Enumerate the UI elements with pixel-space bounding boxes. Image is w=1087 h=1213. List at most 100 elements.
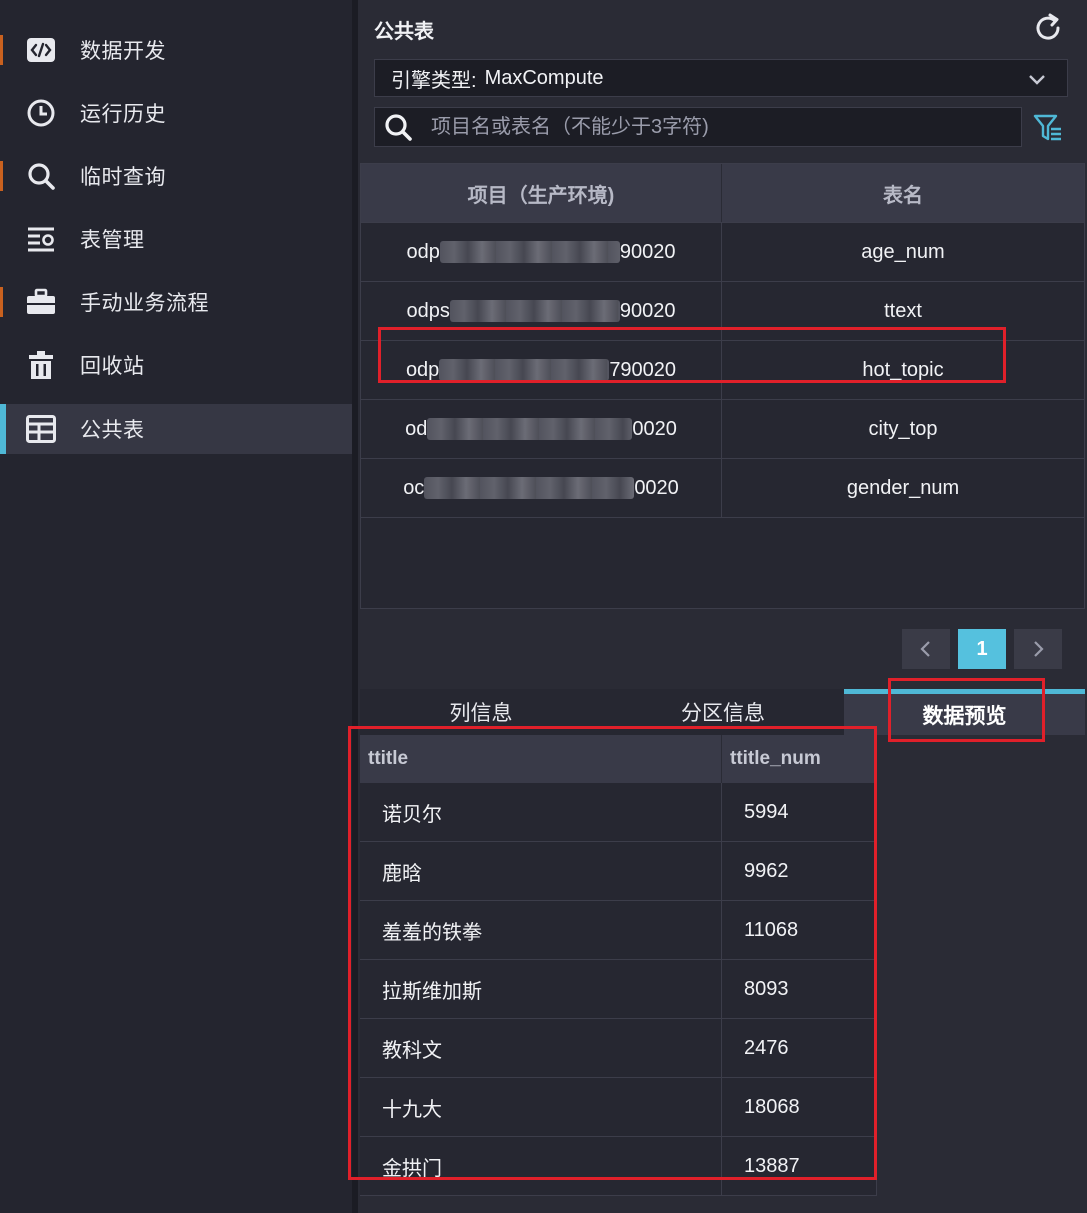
count-cell: 18068 bbox=[721, 1077, 877, 1137]
count-cell: 13887 bbox=[721, 1136, 877, 1196]
sidebar: 数据开发 运行历史 临时查询 表管理 手动业务流程 回收站 公共表 bbox=[0, 0, 352, 1213]
title-cell: 拉斯维加斯 bbox=[360, 959, 722, 1019]
grid-table-icon bbox=[24, 412, 58, 446]
project-cell: od 0020 bbox=[361, 399, 722, 459]
table-row[interactable]: 羞羞的铁拳 11068 bbox=[360, 900, 1085, 960]
tab-partition-info[interactable]: 分区信息 bbox=[602, 689, 844, 735]
sidebar-item-label: 回收站 bbox=[80, 355, 145, 378]
clock-icon bbox=[24, 96, 58, 130]
sidebar-item-recycle-bin[interactable]: 回收站 bbox=[0, 340, 352, 390]
table-name-cell: ttext bbox=[721, 281, 1084, 341]
table-name-cell: city_top bbox=[721, 399, 1084, 459]
row-filler bbox=[876, 1018, 1085, 1078]
nav-marker bbox=[0, 404, 6, 454]
title-cell: 羞羞的铁拳 bbox=[360, 900, 722, 960]
table-row[interactable]: odp 90020 age_num bbox=[361, 222, 1084, 282]
tables-list-table: 项目（生产环境) 表名 odp 90020 age_num odps 90020 t… bbox=[361, 164, 1084, 518]
count-cell: 5994 bbox=[721, 783, 877, 842]
data-preview: ttitle ttitle_num 诺贝尔 5994 鹿晗 9962 羞羞的铁拳 11… bbox=[360, 735, 1085, 1213]
tab-column-info[interactable]: 列信息 bbox=[360, 689, 602, 735]
table-name-cell: gender_num bbox=[721, 458, 1084, 518]
count-cell: 8093 bbox=[721, 959, 877, 1019]
filter-icon[interactable] bbox=[1032, 112, 1066, 146]
redacted-blur bbox=[427, 418, 633, 441]
title-cell: 教科文 bbox=[360, 1018, 722, 1078]
engine-type-label: 引擎类型: bbox=[391, 69, 477, 92]
project-cell: oc 0020 bbox=[361, 458, 722, 518]
chevron-down-icon bbox=[1027, 69, 1047, 94]
table-row[interactable]: 鹿晗 9962 bbox=[360, 841, 1085, 901]
redacted-blur bbox=[449, 300, 620, 323]
sidebar-item-adhoc-query[interactable]: 临时查询 bbox=[0, 151, 352, 201]
title-cell: 金拱门 bbox=[360, 1136, 722, 1196]
sidebar-item-label: 数据开发 bbox=[80, 40, 166, 63]
table-row[interactable]: 十九大 18068 bbox=[360, 1077, 1085, 1137]
pagination-prev-button[interactable] bbox=[902, 629, 950, 669]
project-suffix: 0020 bbox=[632, 417, 677, 440]
sidebar-item-public-tables[interactable]: 公共表 bbox=[0, 404, 352, 454]
table-row[interactable]: odp 790020 hot_topic bbox=[361, 340, 1084, 400]
table-name-cell: hot_topic bbox=[721, 340, 1084, 400]
column-header-table-name[interactable]: 表名 bbox=[721, 164, 1084, 223]
count-cell: 2476 bbox=[721, 1018, 877, 1078]
briefcase-icon bbox=[24, 285, 58, 319]
table-row[interactable]: odps 90020 ttext bbox=[361, 281, 1084, 341]
table-name-cell: age_num bbox=[721, 222, 1084, 282]
row-filler bbox=[876, 783, 1085, 842]
project-prefix: odp bbox=[405, 358, 440, 381]
sidebar-item-label: 公共表 bbox=[80, 419, 145, 442]
project-suffix: 90020 bbox=[619, 299, 676, 322]
sidebar-item-label: 临时查询 bbox=[80, 166, 166, 189]
code-icon bbox=[24, 33, 58, 67]
sidebar-item-label: 表管理 bbox=[80, 229, 145, 252]
title-cell: 诺贝尔 bbox=[360, 783, 722, 842]
project-suffix: 0020 bbox=[634, 476, 679, 499]
redacted-blur bbox=[439, 241, 620, 264]
data-preview-table: ttitle ttitle_num 诺贝尔 5994 鹿晗 9962 羞羞的铁拳 11… bbox=[360, 735, 1085, 1196]
project-prefix: odp bbox=[406, 240, 440, 263]
count-cell: 11068 bbox=[721, 900, 877, 960]
header-filler bbox=[876, 735, 1085, 783]
table-row[interactable]: 金拱门 13887 bbox=[360, 1136, 1085, 1196]
refresh-icon[interactable] bbox=[1032, 12, 1064, 44]
project-prefix: od bbox=[405, 417, 428, 440]
column-header-ttitle[interactable]: ttitle bbox=[360, 735, 722, 783]
trash-icon bbox=[24, 348, 58, 382]
title-cell: 鹿晗 bbox=[360, 841, 722, 901]
title-cell: 十九大 bbox=[360, 1077, 722, 1137]
pagination-next-button[interactable] bbox=[1014, 629, 1062, 669]
table-row[interactable]: 拉斯维加斯 8093 bbox=[360, 959, 1085, 1019]
pagination-page-1[interactable]: 1 bbox=[958, 629, 1006, 669]
table-row[interactable]: od 0020 city_top bbox=[361, 399, 1084, 459]
redacted-blur bbox=[424, 477, 635, 500]
row-filler bbox=[876, 1136, 1085, 1196]
engine-type-select[interactable]: 引擎类型: MaxCompute bbox=[374, 59, 1068, 97]
sidebar-item-table-manage[interactable]: 表管理 bbox=[0, 214, 352, 264]
public-tables-panel: 公共表 引擎类型: MaxCompute 项目（生产环境) 表名 bbox=[358, 0, 1087, 1213]
sidebar-item-data-dev[interactable]: 数据开发 bbox=[0, 25, 352, 75]
search-icon bbox=[24, 159, 58, 193]
redacted-blur bbox=[439, 359, 610, 382]
project-suffix: 790020 bbox=[609, 358, 677, 381]
tables-list: 项目（生产环境) 表名 odp 90020 age_num odps 90020 t… bbox=[360, 163, 1085, 609]
tab-data-preview[interactable]: 数据预览 bbox=[844, 689, 1085, 735]
sidebar-item-manual-flow[interactable]: 手动业务流程 bbox=[0, 277, 352, 327]
project-suffix: 90020 bbox=[619, 240, 676, 263]
table-row[interactable]: 教科文 2476 bbox=[360, 1018, 1085, 1078]
column-header-project[interactable]: 项目（生产环境) bbox=[361, 164, 722, 223]
table-row[interactable]: 诺贝尔 5994 bbox=[360, 783, 1085, 842]
project-cell: odp 90020 bbox=[361, 222, 722, 282]
engine-type-value: MaxCompute bbox=[484, 66, 604, 89]
row-filler bbox=[876, 900, 1085, 960]
search-input[interactable] bbox=[429, 111, 993, 143]
column-header-ttitle-num[interactable]: ttitle_num bbox=[721, 735, 877, 783]
project-prefix: odps bbox=[406, 299, 450, 322]
nav-marker bbox=[0, 161, 3, 191]
search-icon bbox=[381, 110, 415, 144]
table-manage-icon bbox=[24, 222, 58, 256]
project-cell: odps 90020 bbox=[361, 281, 722, 341]
sidebar-item-run-history[interactable]: 运行历史 bbox=[0, 88, 352, 138]
row-filler bbox=[876, 841, 1085, 901]
sidebar-item-label: 手动业务流程 bbox=[80, 292, 209, 315]
table-row[interactable]: oc 0020 gender_num bbox=[361, 458, 1084, 518]
